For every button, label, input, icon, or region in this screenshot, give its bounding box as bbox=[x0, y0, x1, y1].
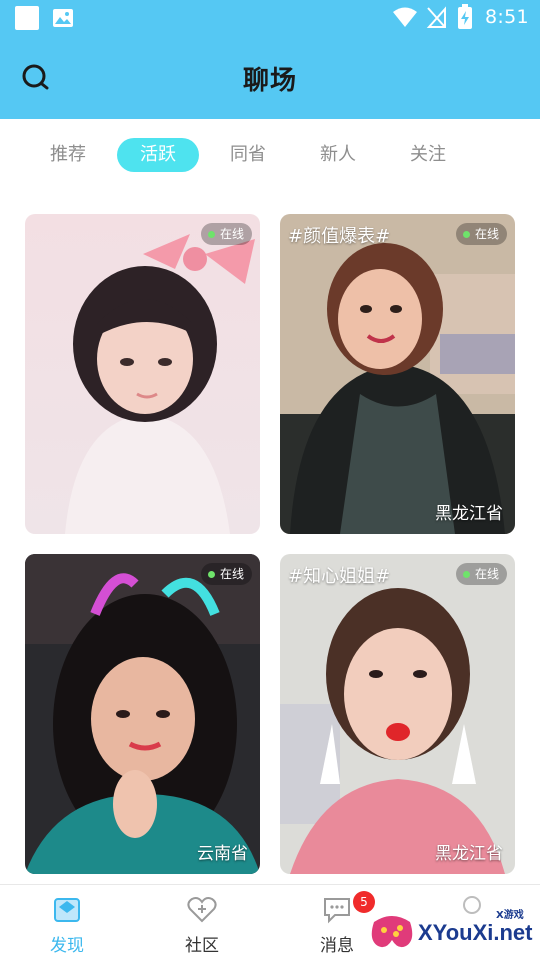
user-location: 云南省 bbox=[197, 844, 248, 864]
battery-charging-icon bbox=[458, 4, 472, 29]
nav-label: 发现 bbox=[50, 936, 84, 956]
online-dot-icon bbox=[207, 570, 215, 578]
user-photo bbox=[280, 214, 515, 534]
watermark-text: XYouXi.net bbox=[418, 920, 533, 945]
online-badge: 在线 bbox=[200, 563, 252, 585]
white-square-icon bbox=[15, 6, 39, 30]
online-badge: 在线 bbox=[200, 223, 252, 245]
page-title: 聊场 bbox=[242, 66, 297, 96]
heart-plus-icon bbox=[187, 897, 217, 923]
online-dot-icon bbox=[462, 570, 470, 578]
online-label: 在线 bbox=[219, 227, 244, 241]
user-location: 黑龙江省 bbox=[435, 844, 503, 864]
gamepad-logo-icon bbox=[371, 916, 413, 948]
tab-newcomers[interactable]: 新人 bbox=[297, 138, 379, 172]
user-photo bbox=[25, 554, 260, 874]
online-label: 在线 bbox=[219, 567, 244, 581]
watermark: X游戏 XYouXi.net bbox=[368, 900, 540, 960]
user-photo bbox=[25, 214, 260, 534]
online-badge: 在线 bbox=[455, 223, 507, 245]
no-sim-icon bbox=[426, 6, 446, 28]
top-bar: 8:51 聊场 bbox=[0, 0, 540, 119]
user-card[interactable]: #颜值爆表# 在线 黑龙江省 bbox=[280, 214, 515, 534]
nav-community[interactable]: 社区 bbox=[152, 885, 252, 961]
online-label: 在线 bbox=[474, 567, 499, 581]
status-time: 8:51 bbox=[485, 6, 529, 28]
nav-discover[interactable]: 发现 bbox=[17, 885, 117, 961]
chat-bubble-icon bbox=[324, 898, 350, 924]
user-tag: #知心姐姐# bbox=[288, 566, 391, 587]
user-card[interactable]: #知心姐姐# 在线 黑龙江省 bbox=[280, 554, 515, 874]
tab-recommend[interactable]: 推荐 bbox=[27, 138, 109, 172]
online-dot-icon bbox=[462, 230, 470, 238]
online-label: 在线 bbox=[474, 227, 499, 241]
nav-label: 社区 bbox=[185, 936, 219, 956]
tab-active[interactable]: 活跃 bbox=[117, 138, 199, 172]
tab-same-province[interactable]: 同省 bbox=[207, 138, 289, 172]
user-location: 黑龙江省 bbox=[435, 504, 503, 524]
user-tag: #颜值爆表# bbox=[288, 226, 391, 247]
user-card[interactable]: 在线 云南省 bbox=[25, 554, 260, 874]
watermark-small-text: X游戏 bbox=[496, 910, 524, 921]
tab-following[interactable]: 关注 bbox=[387, 138, 469, 172]
header: 聊场 bbox=[0, 36, 540, 119]
wifi-icon bbox=[393, 7, 417, 27]
user-card[interactable]: 在线 bbox=[25, 214, 260, 534]
user-photo bbox=[280, 554, 515, 874]
online-dot-icon bbox=[207, 230, 215, 238]
discover-icon bbox=[54, 898, 80, 922]
image-icon bbox=[53, 9, 73, 27]
category-tabs: 推荐 活跃 同省 新人 关注 bbox=[0, 136, 540, 176]
online-badge: 在线 bbox=[455, 563, 507, 585]
status-bar: 8:51 bbox=[0, 0, 540, 36]
